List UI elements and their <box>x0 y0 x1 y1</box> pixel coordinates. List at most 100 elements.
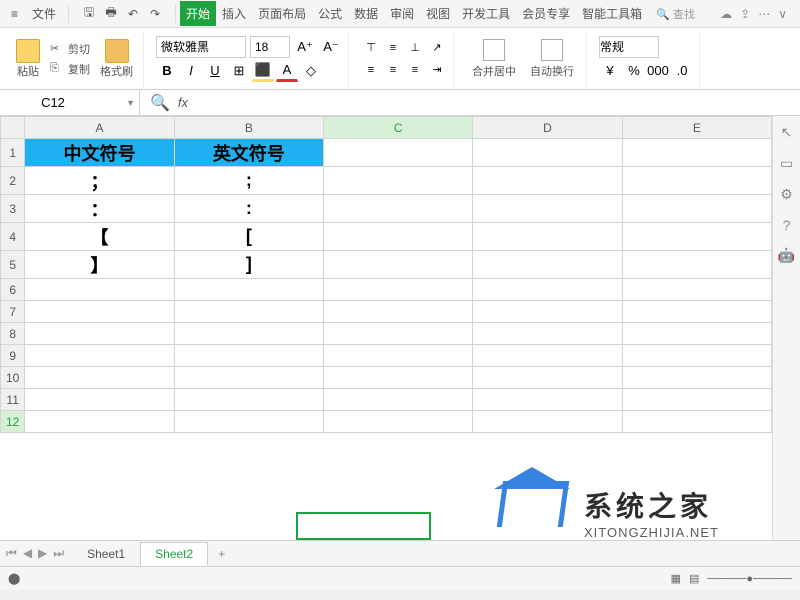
align-center-button[interactable]: ≡ <box>383 60 403 80</box>
align-bottom-button[interactable]: ⊥ <box>405 38 425 58</box>
file-menu[interactable]: 文件 <box>24 5 64 22</box>
format-painter-button[interactable]: 格式刷 <box>96 37 137 81</box>
font-color-button[interactable]: A <box>276 60 298 82</box>
last-sheet-icon[interactable]: ⏭ <box>53 546 64 561</box>
name-box[interactable]: ▼ <box>0 90 140 115</box>
indent-button[interactable]: ⇥ <box>427 60 447 80</box>
increase-font-button[interactable]: A⁺ <box>294 36 316 58</box>
row-header-2[interactable]: 2 <box>1 167 25 195</box>
cell-A4[interactable]: 【 <box>25 223 174 251</box>
next-sheet-icon[interactable]: ▶ <box>38 546 47 561</box>
border-button[interactable]: ⊞ <box>228 60 250 82</box>
sheet-tab-1[interactable]: Sheet1 <box>72 542 140 566</box>
italic-button[interactable]: I <box>180 60 202 82</box>
currency-button[interactable]: ¥ <box>599 60 621 82</box>
search-icon[interactable]: 🔍 <box>150 93 170 113</box>
fx-icon[interactable]: fx <box>178 95 188 110</box>
tab-layout[interactable]: 页面布局 <box>252 1 312 26</box>
cell-C12[interactable] <box>323 411 472 433</box>
more-icon[interactable]: ⋯ <box>758 7 770 21</box>
row-header-3[interactable]: 3 <box>1 195 25 223</box>
row-header-6[interactable]: 6 <box>1 279 25 301</box>
zoom-slider[interactable]: ─────●───── <box>707 573 792 585</box>
align-top-button[interactable]: ⊤ <box>361 38 381 58</box>
tab-review[interactable]: 审阅 <box>384 1 420 26</box>
view-normal-icon[interactable]: ▦ <box>671 572 681 585</box>
cell-B4[interactable]: [ <box>174 223 323 251</box>
search-box[interactable]: 🔍 查找 <box>656 6 695 22</box>
robot-icon[interactable]: 🤖 <box>778 247 795 264</box>
row-header-12[interactable]: 12 <box>1 411 25 433</box>
row-header-4[interactable]: 4 <box>1 223 25 251</box>
col-header-B[interactable]: B <box>174 117 323 139</box>
row-header-9[interactable]: 9 <box>1 345 25 367</box>
redo-icon[interactable]: ↷ <box>147 6 163 22</box>
prev-sheet-icon[interactable]: ◀ <box>23 546 32 561</box>
tab-dev[interactable]: 开发工具 <box>456 1 516 26</box>
decrease-font-button[interactable]: A⁻ <box>320 36 342 58</box>
col-header-C[interactable]: C <box>323 117 472 139</box>
align-right-button[interactable]: ≡ <box>405 60 425 80</box>
align-middle-button[interactable]: ≡ <box>383 38 403 58</box>
align-left-button[interactable]: ≡ <box>361 60 381 80</box>
percent-button[interactable]: % <box>623 60 645 82</box>
merge-cells-button[interactable]: 合并居中 <box>466 37 522 81</box>
bold-button[interactable]: B <box>156 60 178 82</box>
decrease-decimal-button[interactable]: .0 <box>671 60 693 82</box>
orientation-button[interactable]: ↗ <box>427 38 447 58</box>
font-name-select[interactable] <box>156 36 246 58</box>
clear-format-button[interactable]: ◇ <box>300 60 322 82</box>
cell-C1[interactable] <box>323 139 472 167</box>
collapse-icon[interactable]: ∨ <box>778 7 787 21</box>
fill-color-button[interactable]: ⬛ <box>252 60 274 82</box>
add-sheet-button[interactable]: + <box>208 543 235 565</box>
cell-A1[interactable]: 中文符号 <box>25 139 174 167</box>
cell-A5[interactable]: 】 <box>25 251 174 279</box>
cell-E1[interactable] <box>622 139 771 167</box>
record-icon[interactable]: ⬤ <box>8 572 20 585</box>
cut-button[interactable]: ✂剪切 <box>46 40 94 58</box>
row-header-1[interactable]: 1 <box>1 139 25 167</box>
tab-formula[interactable]: 公式 <box>312 1 348 26</box>
cell-B2[interactable]: ; <box>174 167 323 195</box>
underline-button[interactable]: U <box>204 60 226 82</box>
col-header-A[interactable]: A <box>25 117 174 139</box>
row-header-7[interactable]: 7 <box>1 301 25 323</box>
tab-view[interactable]: 视图 <box>420 1 456 26</box>
first-sheet-icon[interactable]: ⏮ <box>6 546 17 561</box>
cell-B1[interactable]: 英文符号 <box>174 139 323 167</box>
cell-B3[interactable]: : <box>174 195 323 223</box>
formula-input[interactable] <box>196 95 790 110</box>
grid[interactable]: A B C D E 1 中文符号 英文符号 2 ； ; 3 ： : <box>0 116 772 433</box>
tab-start[interactable]: 开始 <box>180 1 216 26</box>
tab-data[interactable]: 数据 <box>348 1 384 26</box>
sheet-tab-2[interactable]: Sheet2 <box>140 542 208 566</box>
tab-insert[interactable]: 插入 <box>216 1 252 26</box>
view-page-icon[interactable]: ▤ <box>689 572 699 585</box>
cloud-icon[interactable]: ☁ <box>720 7 732 21</box>
tab-tools[interactable]: 智能工具箱 <box>576 1 648 26</box>
select-all-corner[interactable] <box>1 117 25 139</box>
undo-icon[interactable]: ↶ <box>125 6 141 22</box>
settings-icon[interactable]: ⚙ <box>780 186 793 203</box>
tab-member[interactable]: 会员专享 <box>516 1 576 26</box>
thousands-button[interactable]: 000 <box>647 60 669 82</box>
col-header-D[interactable]: D <box>473 117 622 139</box>
row-header-10[interactable]: 10 <box>1 367 25 389</box>
row-header-11[interactable]: 11 <box>1 389 25 411</box>
chevron-down-icon[interactable]: ▼ <box>126 98 135 108</box>
cell-A2[interactable]: ； <box>25 167 174 195</box>
row-header-8[interactable]: 8 <box>1 323 25 345</box>
hamburger-icon[interactable]: ≡ <box>5 7 24 21</box>
col-header-E[interactable]: E <box>622 117 771 139</box>
number-format-select[interactable] <box>599 36 659 58</box>
save-icon[interactable]: 🖫 <box>81 6 97 22</box>
select-icon[interactable]: ▭ <box>780 155 793 172</box>
row-header-5[interactable]: 5 <box>1 251 25 279</box>
cell-A3[interactable]: ： <box>25 195 174 223</box>
print-icon[interactable]: 🖶 <box>103 6 119 22</box>
wrap-text-button[interactable]: 自动换行 <box>524 37 580 81</box>
help-icon[interactable]: ? <box>783 217 791 233</box>
paste-button[interactable]: 粘贴 <box>12 37 44 81</box>
name-box-input[interactable] <box>8 95 98 110</box>
